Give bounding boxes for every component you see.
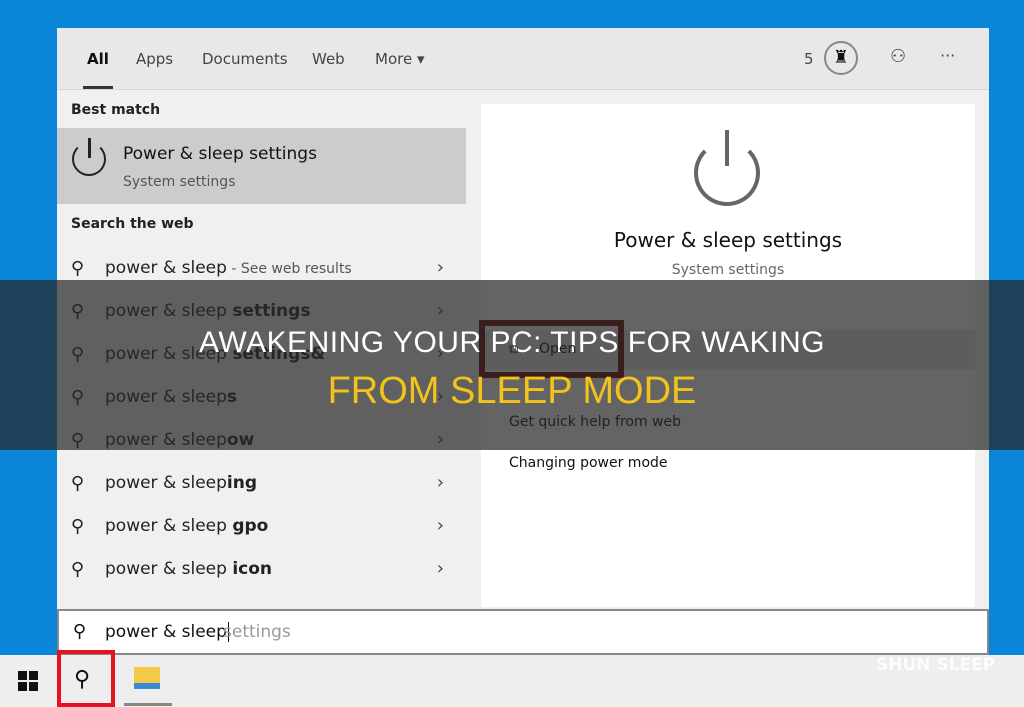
power-icon-large-line: [725, 130, 729, 166]
rewards-badge-icon[interactable]: ♜: [824, 41, 858, 75]
preview-subtitle: System settings: [671, 262, 785, 278]
file-explorer-icon[interactable]: [134, 667, 160, 689]
suggestion-text: power & sleep gpo: [105, 516, 269, 536]
web-suggestion-item[interactable]: ⚲ power & sleep gpo ›: [57, 506, 466, 549]
web-suggestion-item[interactable]: ⚲ power & sleep icon ›: [57, 549, 466, 592]
best-match-heading: Best match: [71, 102, 161, 118]
search-icon: ⚲: [73, 621, 87, 642]
chevron-right-icon[interactable]: ›: [437, 558, 444, 579]
web-suggestion-item[interactable]: ⚲ power & sleeping ›: [57, 463, 466, 506]
search-icon: ⚲: [71, 258, 85, 279]
tab-bar: All Apps Documents Web More ▾ 5 ♜ ⚇ ···: [57, 28, 989, 90]
search-autocomplete: settings: [223, 622, 291, 642]
open-icon: ⧉: [509, 342, 519, 357]
rewards-count: 5: [804, 50, 814, 68]
tab-more[interactable]: More ▾: [375, 50, 424, 68]
best-match-subtitle: System settings: [123, 174, 236, 190]
suggestion-text: power & sleep - See web results: [105, 258, 352, 278]
best-match-title: Power & sleep settings: [123, 144, 317, 164]
chevron-right-icon[interactable]: ›: [437, 515, 444, 536]
changing-power-mode-link[interactable]: Changing power mode: [509, 455, 668, 471]
windows-start-icon[interactable]: [18, 671, 38, 691]
open-label: Open: [539, 341, 577, 357]
tab-web[interactable]: Web: [312, 50, 345, 68]
watermark: SHUN SLEEP: [876, 655, 996, 675]
chevron-right-icon[interactable]: ›: [437, 472, 444, 493]
tab-apps[interactable]: Apps: [136, 50, 173, 68]
quick-help-link[interactable]: Get quick help from web: [509, 414, 681, 430]
taskbar-search-icon: ⚲: [74, 667, 91, 692]
power-icon-line: [88, 138, 91, 158]
taskbar: ⚲ SHUN SLEEP: [0, 650, 1024, 707]
tab-all[interactable]: All: [83, 50, 113, 89]
feedback-icon[interactable]: ⚇: [890, 46, 906, 67]
preview-title: Power & sleep settings: [613, 228, 843, 252]
file-explorer-active-indicator: [124, 703, 172, 706]
search-icon: ⚲: [71, 473, 85, 494]
search-icon: ⚲: [71, 516, 85, 537]
more-options-button[interactable]: ···: [940, 46, 955, 65]
best-match-item[interactable]: Power & sleep settings System settings: [57, 128, 466, 204]
search-typed-text: power & sleep: [105, 622, 229, 642]
suggestion-text: power & sleep icon: [105, 559, 272, 579]
search-icon: ⚲: [71, 559, 85, 580]
banner-line-2: FROM SLEEP MODE: [327, 370, 697, 412]
suggestion-text: power & sleeping: [105, 473, 258, 493]
chevron-right-icon[interactable]: ›: [437, 257, 444, 278]
tab-documents[interactable]: Documents: [202, 50, 288, 68]
search-web-heading: Search the web: [71, 216, 194, 232]
search-input[interactable]: ⚲ power & sleep settings: [57, 609, 989, 655]
